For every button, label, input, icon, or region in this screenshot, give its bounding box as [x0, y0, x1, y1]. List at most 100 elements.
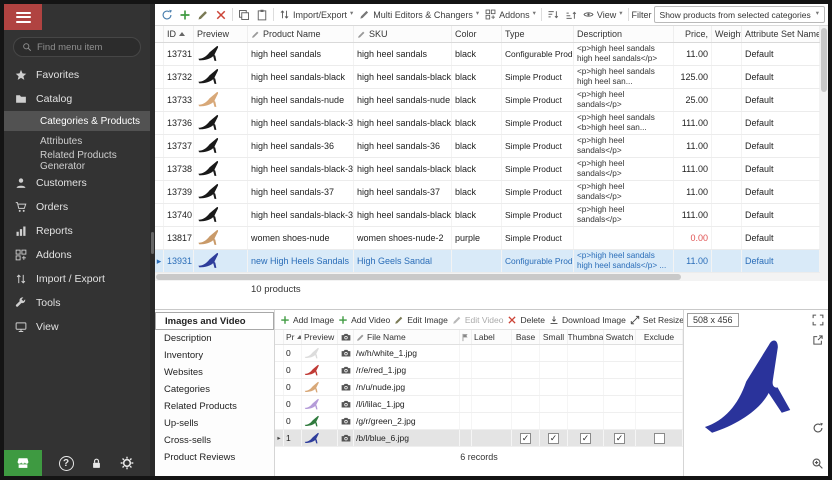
- set-resize-rule-button[interactable]: Set Resize Rule: [630, 315, 683, 325]
- column-header-description[interactable]: Description: [574, 26, 674, 42]
- sidebar-item-import-export[interactable]: Import / Export: [4, 267, 150, 291]
- column-header-base[interactable]: Base: [512, 330, 540, 344]
- sidebar-item-catalog[interactable]: Catalog: [4, 87, 150, 111]
- edit-product-button[interactable]: [195, 8, 211, 22]
- sidebar-item-customers[interactable]: Customers: [4, 171, 150, 195]
- product-row[interactable]: 13732 high heel sandals-black high heel …: [155, 66, 828, 89]
- add-product-button[interactable]: [177, 8, 193, 22]
- column-header-color[interactable]: Color: [452, 26, 502, 42]
- column-header-weight[interactable]: Weight: [712, 26, 742, 42]
- detail-tab[interactable]: Related Products: [155, 398, 274, 415]
- sidebar-item-label: Orders: [36, 201, 68, 213]
- help-button[interactable]: ?: [59, 456, 74, 471]
- detail-tab[interactable]: Cross-sells: [155, 432, 274, 449]
- store-button[interactable]: [4, 450, 42, 476]
- image-row[interactable]: 0 /l/i/lilac_1.jpg: [275, 396, 683, 413]
- refresh-button[interactable]: [159, 8, 175, 22]
- addons-menu[interactable]: Addons▾: [483, 8, 538, 21]
- grid-horizontal-scrollbar[interactable]: [155, 273, 828, 281]
- detail-tab[interactable]: Categories: [155, 381, 274, 398]
- column-header-sku[interactable]: SKU: [354, 26, 452, 42]
- detail-tab[interactable]: Images and Video: [155, 312, 274, 330]
- image-row[interactable]: 0 /n/u/nude.jpg: [275, 379, 683, 396]
- view-menu[interactable]: View▾: [581, 8, 625, 21]
- delete-image-button[interactable]: Delete: [507, 315, 545, 325]
- delete-product-button[interactable]: [213, 8, 229, 22]
- product-row[interactable]: 13739 high heel sandals-37 high heel san…: [155, 181, 828, 204]
- column-header-label[interactable]: Label: [472, 330, 512, 344]
- column-header-flag[interactable]: [460, 330, 472, 344]
- open-external-icon[interactable]: [812, 334, 824, 346]
- sort-ascending-button[interactable]: [545, 8, 561, 22]
- column-header-attribute-set[interactable]: Attribute Set Name: [742, 26, 820, 42]
- sidebar-item-related-products-generator[interactable]: Related Products Generator: [4, 151, 150, 171]
- image-row[interactable]: 0 /g/r/green_2.jpg: [275, 413, 683, 430]
- column-header-small[interactable]: Small: [540, 330, 568, 344]
- product-thumbnail: [197, 68, 223, 86]
- column-header-thumbnail[interactable]: Thumbna: [568, 330, 604, 344]
- product-row[interactable]: 13738 high heel sandals-black-37 high he…: [155, 158, 828, 181]
- detail-tab[interactable]: Description: [155, 330, 274, 347]
- base-checkbox[interactable]: [520, 433, 531, 444]
- sort-descending-button[interactable]: [563, 8, 579, 22]
- column-header-id[interactable]: ID: [164, 26, 194, 42]
- product-row[interactable]: ▸ 13931 new High Heels Sandals High Geel…: [155, 250, 828, 273]
- fullscreen-icon[interactable]: [812, 314, 824, 326]
- product-row[interactable]: 13736 high heel sandals-black-36 high he…: [155, 112, 828, 135]
- product-row[interactable]: 13740 high heel sandals-black-38 high he…: [155, 204, 828, 227]
- detail-tab[interactable]: Product Reviews: [155, 449, 274, 466]
- detail-tab[interactable]: Websites: [155, 364, 274, 381]
- scrollbar-thumb[interactable]: [821, 28, 827, 92]
- zoom-icon[interactable]: [811, 457, 824, 470]
- column-header-swatch[interactable]: Swatch: [604, 330, 636, 344]
- category-filter-select[interactable]: Show products from selected categories▾: [654, 6, 825, 23]
- lock-button[interactable]: [90, 457, 103, 470]
- sidebar-item-categories-products[interactable]: Categories & Products: [4, 111, 150, 131]
- image-row[interactable]: ▸ 1 /b/l/blue_6.jpg: [275, 430, 683, 447]
- settings-button[interactable]: [120, 456, 134, 470]
- sidebar-item-orders[interactable]: Orders: [4, 195, 150, 219]
- column-header-price[interactable]: Price,: [674, 26, 712, 42]
- column-header-camera[interactable]: [338, 330, 354, 344]
- scrollbar-thumb[interactable]: [156, 274, 681, 280]
- column-header-priority[interactable]: Pr: [284, 330, 302, 344]
- edit-video-button[interactable]: Edit Video: [452, 315, 504, 325]
- column-header-preview[interactable]: Preview: [302, 330, 338, 344]
- image-row[interactable]: 0 /w/h/white_1.jpg: [275, 345, 683, 362]
- product-row[interactable]: 13737 high heel sandals-36 high heel san…: [155, 135, 828, 158]
- edit-image-button[interactable]: Edit Image: [394, 315, 448, 325]
- hamburger-menu-button[interactable]: [4, 4, 42, 30]
- copy-button[interactable]: [236, 8, 252, 22]
- column-header-type[interactable]: Type: [502, 26, 574, 42]
- grid-vertical-scrollbar[interactable]: [820, 26, 828, 274]
- column-header-product-name[interactable]: Product Name: [248, 26, 354, 42]
- column-header-file-name[interactable]: File Name: [354, 330, 460, 344]
- detail-tab[interactable]: Inventory: [155, 347, 274, 364]
- exclude-checkbox[interactable]: [654, 433, 665, 444]
- sidebar-item-favorites[interactable]: Favorites: [4, 63, 150, 87]
- sidebar-item-addons[interactable]: Addons: [4, 243, 150, 267]
- paste-button[interactable]: [254, 8, 270, 22]
- product-row[interactable]: 13817 women shoes-nude women shoes-nude-…: [155, 227, 828, 250]
- menu-search-input[interactable]: [37, 42, 132, 53]
- import-export-menu[interactable]: Import/Export▾: [277, 8, 355, 21]
- filters-button[interactable]: Filters▾: [827, 8, 828, 21]
- sidebar-item-reports[interactable]: Reports: [4, 219, 150, 243]
- detail-tab[interactable]: Up-sells: [155, 415, 274, 432]
- product-row[interactable]: 13733 high heel sandals-nude high heel s…: [155, 89, 828, 112]
- product-row[interactable]: 13731 high heel sandals high heel sandal…: [155, 43, 828, 66]
- small-checkbox[interactable]: [548, 433, 559, 444]
- download-image-button[interactable]: Download Image: [549, 315, 626, 325]
- swatch-checkbox[interactable]: [614, 433, 625, 444]
- sidebar-item-tools[interactable]: Tools: [4, 291, 150, 315]
- column-header-exclude[interactable]: Exclude: [636, 330, 683, 344]
- image-row[interactable]: 0 /r/e/red_1.jpg: [275, 362, 683, 379]
- sidebar-item-attributes[interactable]: Attributes: [4, 131, 150, 151]
- add-image-button[interactable]: Add Image: [280, 315, 334, 325]
- column-header-preview[interactable]: Preview: [194, 26, 248, 42]
- multi-editors-menu[interactable]: Multi Editors & Changers▾: [357, 8, 481, 21]
- thumbnail-checkbox[interactable]: [580, 433, 591, 444]
- add-video-button[interactable]: Add Video: [338, 315, 390, 325]
- sidebar-item-view[interactable]: View: [4, 315, 150, 339]
- rotate-icon[interactable]: [812, 422, 824, 434]
